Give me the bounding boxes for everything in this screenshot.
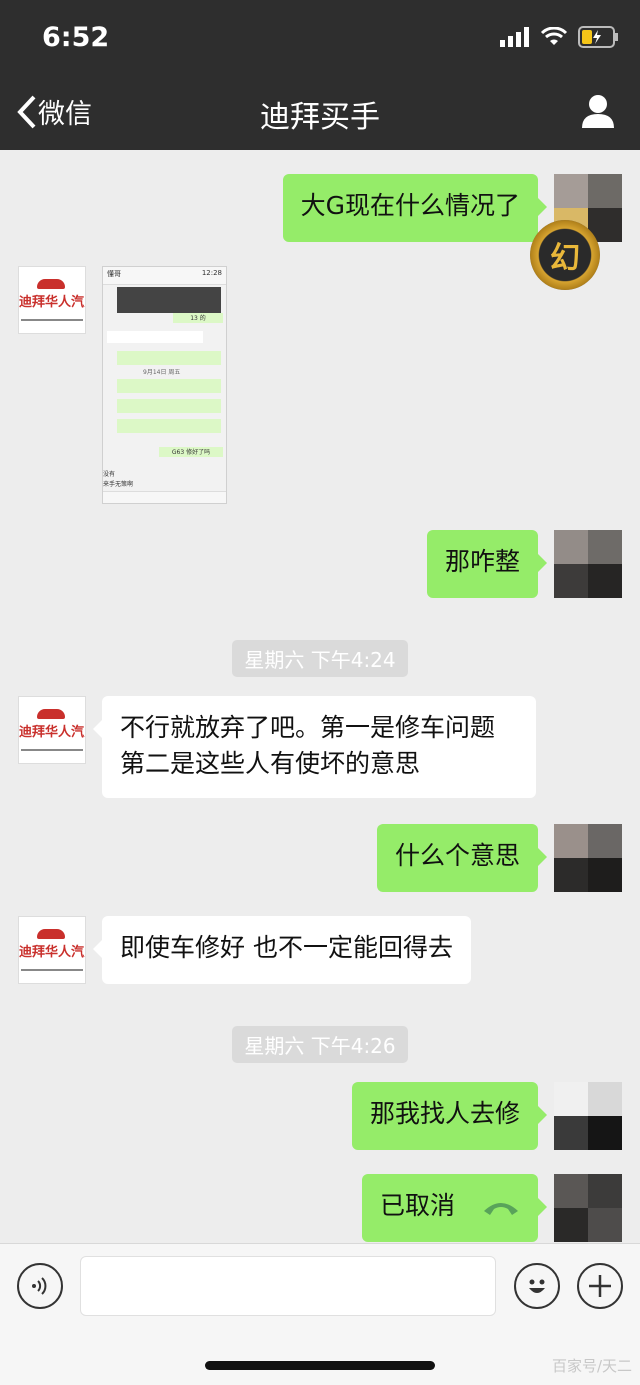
self-avatar[interactable] <box>554 530 622 598</box>
message-outgoing[interactable]: 那我找人去修 <box>351 1082 548 1150</box>
avatar-badge: 幻 <box>530 220 600 290</box>
dealer-logo-text: 迪拜华人汽贸 <box>19 295 85 310</box>
battery-icon <box>578 26 618 48</box>
message-outgoing[interactable]: 那咋整 <box>426 530 548 598</box>
phone-hangup-icon <box>484 1203 518 1215</box>
signal-icon <box>500 27 529 47</box>
top-bar: 6:52 微信 迪拜买手 <box>0 0 640 150</box>
message-incoming[interactable]: 即使车修好 也不一定能回得去 <box>93 916 471 984</box>
watermark: 百家号/天二 <box>551 1357 632 1375</box>
voice-icon <box>32 1277 47 1295</box>
dealer-avatar[interactable]: 迪拜华人汽贸 <box>18 266 86 334</box>
message-outgoing[interactable]: 大G现在什么情况了 <box>282 174 548 242</box>
message-outgoing[interactable]: 什么个意思 <box>376 824 548 892</box>
dealer-logo-text: 迪拜华人汽贸 <box>19 725 85 740</box>
message-input[interactable] <box>80 1256 496 1316</box>
thumb-time: 12:28 <box>201 269 222 277</box>
self-avatar[interactable] <box>554 824 622 892</box>
self-avatar[interactable] <box>554 1082 622 1150</box>
dealer-logo: 迪拜华人汽贸 <box>19 267 85 333</box>
call-status-label: 已取消 <box>380 1191 456 1220</box>
dealer-logo: 迪拜华人汽贸 <box>19 917 85 983</box>
chat-title: 迪拜买手 <box>260 100 380 135</box>
dealer-logo-text: 迪拜华人汽贸 <box>19 945 85 960</box>
thumb-no: 没有 <box>103 471 116 478</box>
emoji-button[interactable] <box>514 1263 560 1309</box>
dealer-avatar[interactable]: 迪拜华人汽贸 <box>18 696 86 764</box>
self-avatar[interactable] <box>554 1174 622 1242</box>
timestamp: 星期六 下午4:24 <box>0 640 640 677</box>
timestamp-label: 星期六 下午4:24 <box>232 640 408 677</box>
status-time: 6:52 <box>42 22 110 53</box>
more-button[interactable] <box>577 1263 623 1309</box>
voice-toggle-button[interactable] <box>17 1263 63 1309</box>
thumb-g63: G63 修好了吗 <box>159 447 223 457</box>
plus-icon <box>589 1275 611 1297</box>
message-incoming[interactable]: 不行就放弃了吧。第一是修车问题 第二是这些人有使坏的意思 <box>93 696 536 798</box>
dealer-avatar[interactable]: 迪拜华人汽贸 <box>18 916 86 984</box>
thumb-contact: 懂哥 <box>107 270 121 278</box>
emoji-icon <box>529 1279 545 1293</box>
message-call-cancelled[interactable]: 已取消 <box>362 1174 547 1242</box>
thumb-date: 9月14日 周五 <box>143 369 181 376</box>
dealer-logo: 迪拜华人汽贸 <box>19 697 85 763</box>
timestamp: 星期六 下午4:26 <box>0 1026 640 1063</box>
badge-glyph: 幻 <box>550 241 580 276</box>
person-icon <box>582 95 614 128</box>
chat-area[interactable]: 大G现在什么情况了 幻 迪拜华人汽贸 懂哥 12:28 13 的 9月14日 周… <box>0 150 640 1243</box>
status-icons <box>500 26 620 48</box>
home-indicator[interactable] <box>205 1361 435 1370</box>
wifi-icon <box>540 27 568 45</box>
thumb-text2: 来手无策啊 <box>103 481 134 488</box>
timestamp-label: 星期六 下午4:26 <box>232 1026 408 1063</box>
image-message[interactable]: 懂哥 12:28 13 的 9月14日 周五 G63 修好了吗 没有 来手无策啊 <box>102 266 227 504</box>
thumb-label: 13 的 <box>173 313 223 323</box>
profile-button[interactable] <box>582 94 614 132</box>
